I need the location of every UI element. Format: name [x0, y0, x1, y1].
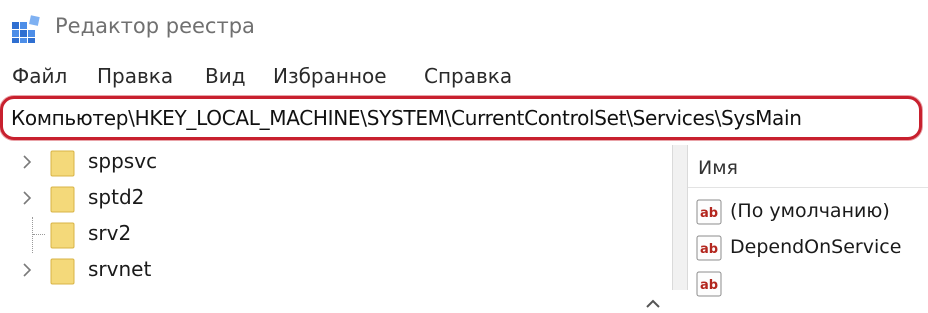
svg-text:ab: ab	[700, 278, 718, 293]
value-row[interactable]: ab	[694, 269, 928, 301]
tree-item-label: sppsvc	[88, 149, 158, 173]
header-divider	[688, 187, 928, 188]
folder-icon	[50, 222, 75, 249]
tree-item-label: srvnet	[88, 257, 152, 281]
tree-item-label: sptd2	[88, 185, 145, 209]
menu-view[interactable]: Вид	[205, 64, 246, 88]
svg-text:ab: ab	[700, 242, 718, 257]
menu-help[interactable]: Справка	[424, 64, 512, 88]
pane-splitter[interactable]	[672, 145, 688, 290]
folder-icon	[50, 258, 75, 285]
string-value-icon: ab	[696, 271, 722, 297]
title-bar: Редактор реестра	[0, 0, 928, 58]
svg-text:ab: ab	[700, 206, 718, 221]
folder-icon	[50, 150, 75, 177]
menu-edit[interactable]: Правка	[97, 64, 173, 88]
registry-editor-icon	[12, 15, 40, 43]
tree-connector-line	[32, 217, 45, 253]
window-title: Редактор реестра	[55, 14, 255, 38]
tree-item-sptd2[interactable]: sptd2	[0, 181, 640, 217]
scroll-up-arrow-icon[interactable]	[644, 295, 662, 313]
folder-icon	[50, 186, 75, 213]
chevron-right-icon[interactable]	[20, 189, 34, 207]
value-name: DependOnService	[730, 236, 902, 258]
column-header-name[interactable]: Имя	[698, 157, 738, 179]
value-row[interactable]: ab DependOnService	[694, 233, 928, 265]
tree-item-sppsvc[interactable]: sppsvc	[0, 145, 640, 181]
string-value-icon: ab	[696, 199, 722, 225]
tree-item-srvnet[interactable]: srvnet	[0, 253, 640, 289]
address-path[interactable]: Компьютер\HKEY_LOCAL_MACHINE\SYSTEM\Curr…	[11, 106, 802, 130]
tree-item-srv2[interactable]: srv2	[0, 217, 640, 253]
values-pane[interactable]: Имя ab (По умолчанию) ab DependOnService…	[688, 145, 928, 297]
chevron-right-icon[interactable]	[20, 153, 34, 171]
value-row[interactable]: ab (По умолчанию)	[694, 197, 928, 229]
chevron-right-icon[interactable]	[20, 261, 34, 279]
menu-bar: Файл Правка Вид Избранное Справка	[0, 62, 928, 92]
tree-item-label: srv2	[88, 221, 132, 245]
menu-file[interactable]: Файл	[12, 64, 67, 88]
menu-favorites[interactable]: Избранное	[273, 64, 387, 88]
value-name: (По умолчанию)	[730, 200, 890, 222]
string-value-icon: ab	[696, 235, 722, 261]
key-tree[interactable]: sppsvc sptd2 srv2 srvnet	[0, 145, 670, 308]
address-bar[interactable]: Компьютер\HKEY_LOCAL_MACHINE\SYSTEM\Curr…	[0, 96, 922, 140]
